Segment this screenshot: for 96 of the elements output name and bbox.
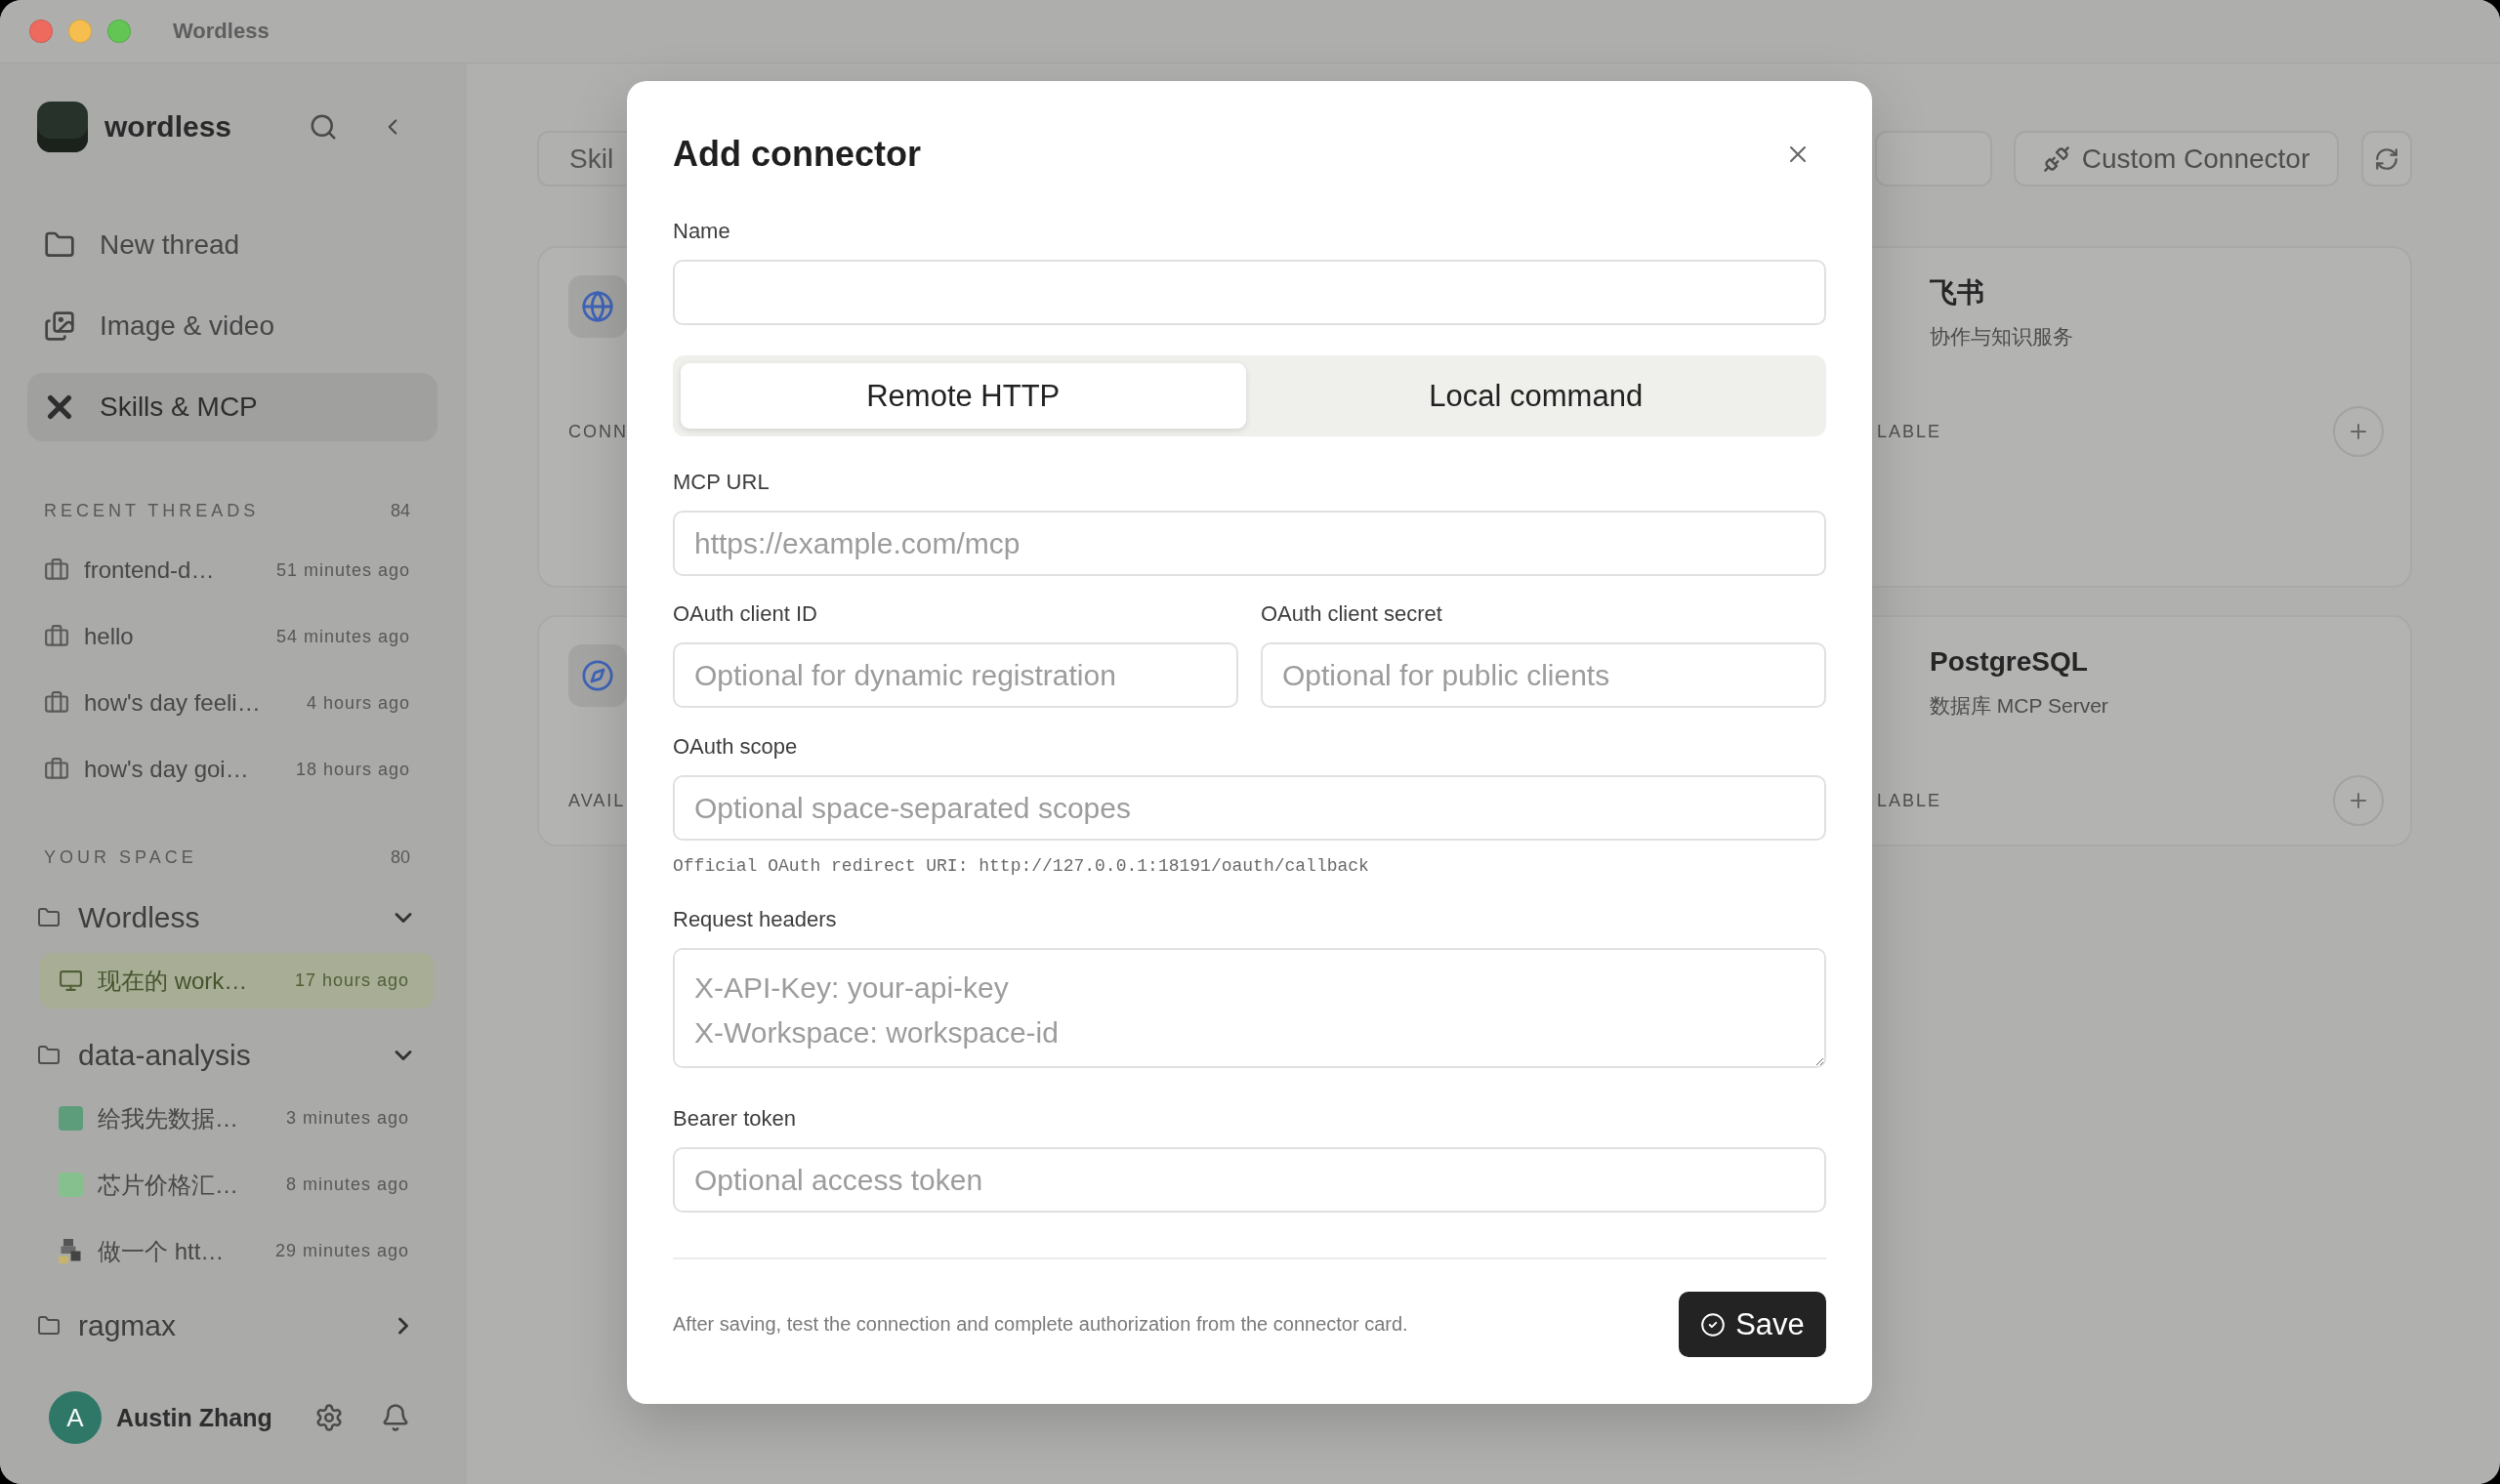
bell-icon[interactable]	[381, 1403, 410, 1432]
thread-title: hello	[84, 623, 134, 650]
thread-time: 29 minutes ago	[274, 1241, 409, 1261]
field-label: Bearer token	[673, 1105, 797, 1133]
search-icon[interactable]	[309, 112, 338, 142]
section-count: 84	[390, 500, 410, 521]
client-secret-input[interactable]: Optional for public clients	[1261, 642, 1826, 708]
custom-connector-button[interactable]: Custom Connector	[2014, 131, 2339, 186]
pixel-figure-icon	[59, 1239, 83, 1263]
folder-icon	[37, 1314, 61, 1338]
token-input[interactable]: Optional access token	[673, 1147, 1826, 1213]
section-heading: RECENT THREADS	[44, 500, 260, 521]
thread-title: frontend-d…	[84, 556, 215, 584]
thread-time: 17 hours ago	[294, 970, 409, 991]
briefcase-icon	[44, 624, 69, 649]
field-label: OAuth scope	[673, 733, 799, 761]
tab[interactable]: Local command	[1253, 363, 1818, 429]
refresh-icon	[2374, 145, 2399, 172]
status-label: CONN	[568, 421, 628, 442]
section-count: 80	[390, 846, 410, 868]
thread-item[interactable]: 给我先数据… 3 minutes ago	[39, 1091, 435, 1146]
user-name: Austin Zhang	[116, 1403, 272, 1432]
add-button[interactable]	[2333, 406, 2384, 457]
nav-item[interactable]: Image & video	[27, 292, 438, 360]
thread-item[interactable]: 做一个 htt… 29 minutes ago	[39, 1223, 435, 1279]
briefcase-icon	[44, 757, 69, 782]
field-label: Name	[673, 218, 731, 245]
save-button[interactable]: Save	[1679, 1292, 1826, 1357]
briefcase-icon	[44, 690, 69, 716]
connector-title: PostgreSQL	[1930, 645, 2089, 679]
check-circle-icon	[1700, 1311, 1727, 1338]
settings-icon[interactable]	[314, 1403, 344, 1432]
nav-item[interactable]: Skills & MCP	[27, 373, 438, 441]
thread-title: 现在的 work…	[98, 966, 248, 996]
connector-description: 数据库 MCP Server	[1930, 693, 2108, 719]
thread-title: 芯片价格汇…	[98, 1170, 238, 1200]
images-icon	[44, 310, 75, 342]
thread-time: 54 minutes ago	[275, 626, 410, 647]
compass-icon	[568, 644, 627, 707]
globe-icon	[568, 275, 627, 338]
nav-item[interactable]: New thread	[27, 211, 438, 279]
thread-time: 18 hours ago	[295, 759, 410, 780]
name-input[interactable]	[673, 260, 1826, 325]
folder-item[interactable]: data-analysis	[27, 1026, 438, 1085]
folder-item[interactable]: Wordless	[27, 888, 438, 947]
folder-name: data-analysis	[78, 1039, 251, 1072]
thread-title: how's day goi…	[84, 756, 249, 783]
thread-item[interactable]: 芯片价格汇… 8 minutes ago	[39, 1157, 435, 1213]
section-heading: YOUR SPACE	[44, 846, 197, 868]
thread-title: 做一个 htt…	[98, 1236, 225, 1266]
thread-time: 51 minutes ago	[275, 559, 410, 581]
folder-name: ragmax	[78, 1309, 177, 1342]
plug-icon	[2042, 144, 2070, 173]
folder-name: Wordless	[78, 901, 200, 934]
input-field[interactable]	[1875, 131, 1992, 186]
status-label: AVAIL	[568, 790, 626, 811]
user-avatar[interactable]: A	[49, 1391, 102, 1444]
thread-item[interactable]: hello 54 minutes ago	[27, 603, 438, 670]
url-input[interactable]: https://example.com/mcp	[673, 511, 1826, 576]
status-label: LABLE	[1877, 790, 1942, 811]
thread-title: 给我先数据…	[98, 1103, 238, 1134]
connector-title: 飞书	[1930, 276, 1985, 309]
tab[interactable]: Remote HTTP	[681, 363, 1246, 429]
nav-label: Image & video	[100, 310, 274, 342]
thread-title: how's day feeli…	[84, 689, 261, 717]
nav-label: Skills & MCP	[100, 392, 258, 423]
thread-item[interactable]: how's day goi… 18 hours ago	[27, 736, 438, 803]
thread-time: 8 minutes ago	[285, 1175, 409, 1195]
scope-input[interactable]: Optional space-separated scopes	[673, 775, 1826, 841]
field-label: OAuth client secret	[1261, 600, 1443, 628]
thread-time: 4 hours ago	[306, 692, 410, 714]
field-label: OAuth client ID	[673, 600, 818, 628]
monitor-icon	[59, 969, 83, 993]
app-logo	[37, 102, 88, 152]
thread-item[interactable]: frontend-d… 51 minutes ago	[27, 537, 438, 603]
add-button[interactable]	[2333, 775, 2384, 826]
thread-time: 3 minutes ago	[285, 1108, 409, 1129]
folder-icon	[37, 1044, 61, 1067]
redirect-uri-note: Official OAuth redirect URI: http://127.0.0.1:18191/oauth/callback	[673, 855, 1370, 878]
status-label: LABLE	[1877, 421, 1942, 442]
footer-note: After saving, test the connection and complete authorization from the connector card.	[673, 1313, 1408, 1336]
folder-icon	[37, 906, 61, 929]
nav-label: New thread	[100, 229, 240, 261]
client-id-input[interactable]: Optional for dynamic registration	[673, 642, 1238, 708]
headers-textarea[interactable]: X-API-Key: your-api-key X-Workspace: workspace-id	[673, 948, 1826, 1068]
thread-item[interactable]: how's day feeli… 4 hours ago	[27, 670, 438, 736]
dialog-title: Add connector	[673, 133, 921, 176]
app-name: wordless	[104, 110, 232, 144]
briefcase-icon	[44, 557, 69, 583]
window-title: Wordless	[173, 19, 270, 44]
field-label: MCP URL	[673, 469, 771, 496]
thread-item[interactable]: 现在的 work… 17 hours ago	[39, 953, 435, 1009]
connector-description: 协作与知识服务	[1930, 324, 2073, 350]
folder-item[interactable]: ragmax	[27, 1297, 438, 1355]
refresh-button[interactable]	[2361, 131, 2412, 186]
field-label: Request headers	[673, 906, 838, 933]
